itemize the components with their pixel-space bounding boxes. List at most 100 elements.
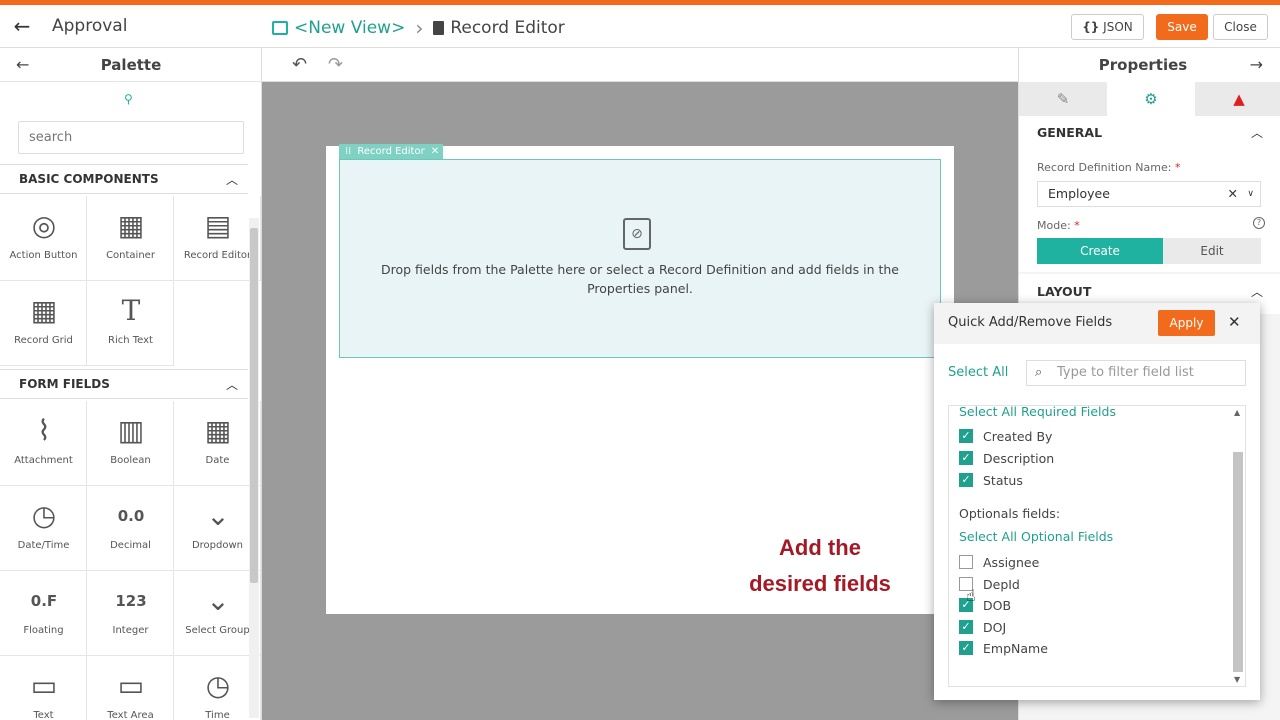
palette-item-container[interactable]: ▦ Container <box>87 196 174 281</box>
general-heading[interactable]: GENERAL <box>1037 125 1102 140</box>
palette-item-label: Record Editor <box>183 250 252 261</box>
callout-line-2: desired fields <box>749 571 891 596</box>
mode-edit-button[interactable]: Edit <box>1163 238 1261 264</box>
select-all-required-link[interactable]: Select All Required Fields <box>959 406 1116 419</box>
view-icon <box>272 21 288 35</box>
field-row-status[interactable]: ✓ Status <box>959 472 1023 488</box>
json-button-label: JSON <box>1103 20 1133 34</box>
undo-icon[interactable]: ↶ <box>292 54 307 75</box>
record-editor-dropzone[interactable]: ⊘ Drop fields from the Palette here or s… <box>339 159 941 358</box>
back-arrow-icon[interactable]: ← <box>10 14 34 38</box>
quick-add-dialog: Quick Add/Remove Fields Apply ✕ Select A… <box>934 303 1260 700</box>
scrollbar-thumb[interactable] <box>250 228 258 583</box>
record-definition-label-text: Record Definition Name: <box>1037 161 1172 174</box>
target-icon: ◎ <box>31 209 57 242</box>
palette-item-select-group[interactable]: ⌄ Select Group <box>174 571 261 656</box>
section-label: BASIC COMPONENTS <box>19 172 159 186</box>
general-section: GENERAL ︿ Record Definition Name: * Empl… <box>1019 116 1280 272</box>
palette-item-dropdown[interactable]: ⌄ Dropdown <box>174 486 261 571</box>
scroll-up-icon[interactable]: ▲ <box>1234 408 1240 417</box>
palette-item-integer[interactable]: 123 Integer <box>87 571 174 656</box>
chevron-up-icon[interactable]: ︿ <box>1251 283 1263 300</box>
remove-component-icon[interactable]: ✕ <box>431 144 439 159</box>
palette-panel: ← Palette ⚲ BASIC COMPONENTS ︿ ◎ Action B… <box>0 48 262 720</box>
checkbox-checked[interactable]: ✓ <box>959 451 973 465</box>
filter-field-input[interactable]: ⌕ Type to filter field list <box>1026 360 1246 386</box>
layout-heading[interactable]: LAYOUT <box>1037 284 1091 299</box>
field-row-assignee[interactable]: Assignee <box>959 554 1039 570</box>
palette-tool-icon[interactable]: ⚲ <box>124 92 138 106</box>
breadcrumb-view-link[interactable]: <New View> <box>294 18 405 38</box>
breadcrumb: <New View> › Record Editor <box>272 16 565 40</box>
scrollbar-thumb[interactable] <box>1233 452 1243 672</box>
hand-cursor-icon: ☝ <box>966 586 976 605</box>
select-all-optional-link[interactable]: Select All Optional Fields <box>959 529 1113 544</box>
tab-edit[interactable]: ✎ <box>1019 82 1107 116</box>
palette-item-action-button[interactable]: ◎ Action Button <box>0 196 87 281</box>
decimal-icon: 0.0 <box>117 507 145 525</box>
palette-item-decimal[interactable]: 0.0 Decimal <box>87 486 174 571</box>
palette-item-boolean[interactable]: ▥ Boolean <box>87 401 174 486</box>
palette-item-text[interactable]: ▭ Text <box>0 656 87 720</box>
checkbox-checked[interactable]: ✓ <box>959 641 973 655</box>
clear-icon[interactable]: ✕ <box>1228 182 1238 206</box>
checkbox-checked[interactable]: ✓ <box>959 473 973 487</box>
palette-item-rich-text[interactable]: T Rich Text <box>87 281 174 366</box>
palette-item-record-editor[interactable]: ▤ Record Editor <box>174 196 261 281</box>
palette-search-input[interactable] <box>18 121 244 154</box>
collapse-right-icon[interactable]: → <box>1250 55 1263 74</box>
app-header: ← Approval <New View> › Record Editor {}… <box>0 5 1280 48</box>
palette-item-attachment[interactable]: ⌇ Attachment <box>0 401 87 486</box>
field-row-description[interactable]: ✓ Description <box>959 450 1054 466</box>
json-button[interactable]: {} JSON <box>1071 14 1144 40</box>
tab-settings[interactable]: ⚙ <box>1107 82 1195 116</box>
field-list[interactable]: Select All Required Fields ✓ Created By ✓… <box>948 405 1246 687</box>
checkbox-unchecked[interactable] <box>959 555 973 569</box>
save-button[interactable]: Save <box>1156 14 1208 40</box>
palette-item-record-grid[interactable]: ▦ Record Grid <box>0 281 87 366</box>
properties-tabs: ✎ ⚙ ▲ <box>1019 82 1280 116</box>
field-row-empname[interactable]: ✓ EmpName <box>959 640 1048 656</box>
checkbox-checked[interactable]: ✓ <box>959 429 973 443</box>
palette-item-label: Integer <box>112 625 149 636</box>
apply-button[interactable]: Apply <box>1158 310 1215 336</box>
palette-item-label: Attachment <box>14 455 73 466</box>
palette-item-text-area[interactable]: ▭ Text Area <box>87 656 174 720</box>
integer-icon: 123 <box>115 592 147 610</box>
palette-item-floating[interactable]: 0.F Floating <box>0 571 87 656</box>
palette-item-time[interactable]: ◷ Time <box>174 656 261 720</box>
component-tag[interactable]: ⁞⁞ Record Editor ✕ <box>339 144 444 159</box>
floating-icon: 0.F <box>30 592 58 610</box>
palette-item-date[interactable]: ▦ Date <box>174 401 261 486</box>
close-icon[interactable]: ✕ <box>1228 313 1241 331</box>
scroll-down-icon[interactable]: ▼ <box>1234 675 1240 684</box>
filter-placeholder: Type to filter field list <box>1057 365 1194 380</box>
record-definition-select[interactable]: Employee ✕ ∨ <box>1037 181 1261 207</box>
field-row-doj[interactable]: ✓ DOJ <box>959 619 1006 635</box>
palette-item-label: Decimal <box>110 540 151 551</box>
dialog-title: Quick Add/Remove Fields <box>948 315 1113 330</box>
document-icon: ▤ <box>204 209 232 242</box>
close-button[interactable]: Close <box>1213 14 1268 40</box>
section-basic-components[interactable]: BASIC COMPONENTS ︿ <box>0 164 248 194</box>
canvas-toolbar: ↶ ↷ <box>262 48 1018 82</box>
record-editor-placeholder-icon: ⊘ <box>623 218 651 250</box>
chevron-down-icon[interactable]: ∨ <box>1247 182 1254 206</box>
paperclip-icon: ⌇ <box>37 414 51 447</box>
checkbox-checked[interactable]: ✓ <box>959 620 973 634</box>
field-row-created-by[interactable]: ✓ Created By <box>959 428 1052 444</box>
select-all-link[interactable]: Select All <box>948 365 1008 380</box>
section-form-fields[interactable]: FORM FIELDS ︿ <box>0 369 248 399</box>
mode-create-button[interactable]: Create <box>1037 238 1163 264</box>
design-canvas: ⁞⁞ Record Editor ✕ ⊘ Drop fields from th… <box>262 82 1018 720</box>
redo-icon[interactable]: ↷ <box>328 54 343 75</box>
field-label: DOB <box>983 597 1012 613</box>
chevron-up-icon[interactable]: ︿ <box>1251 124 1263 141</box>
palette-scrollbar[interactable] <box>249 218 259 718</box>
mode-label-text: Mode: <box>1037 219 1071 232</box>
drag-handle-icon[interactable]: ⁞⁞ <box>345 144 351 159</box>
palette-item-date-time[interactable]: ◷ Date/Time <box>0 486 87 571</box>
tab-validation[interactable]: ▲ <box>1195 82 1280 116</box>
field-list-scrollbar[interactable]: ▲ ▼ <box>1233 408 1243 684</box>
help-icon[interactable]: ? <box>1253 217 1265 229</box>
